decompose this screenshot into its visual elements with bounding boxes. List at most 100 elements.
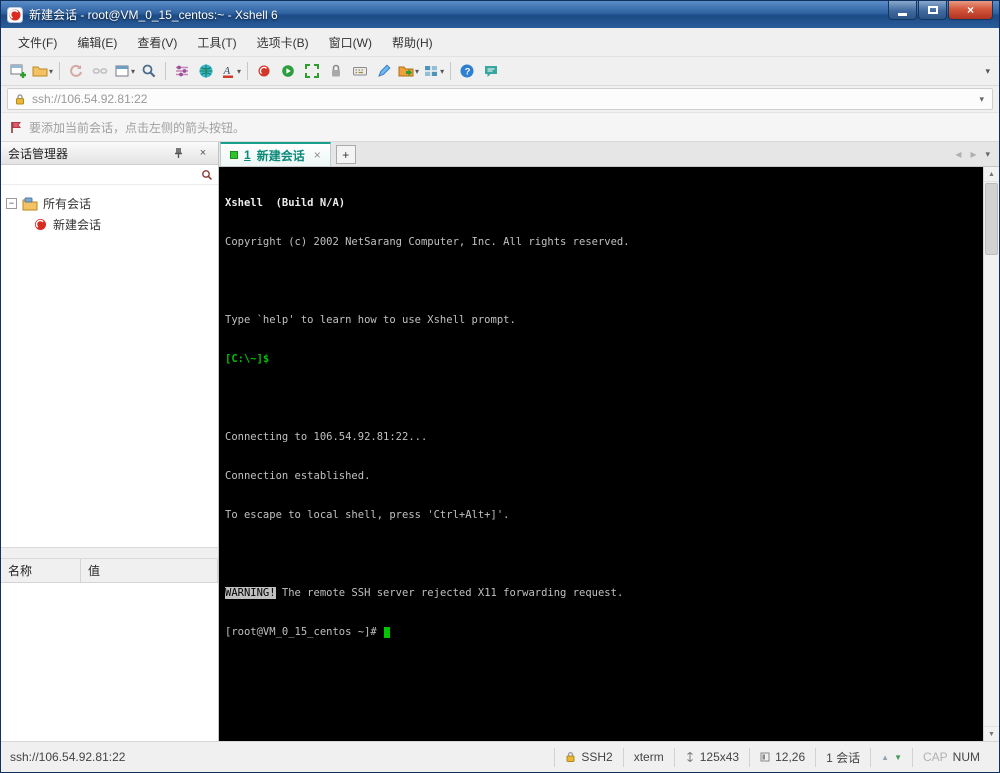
- maximize-button[interactable]: [918, 1, 947, 20]
- file-transfer-caret-icon: ▾: [415, 66, 420, 76]
- column-header-name[interactable]: 名称: [1, 559, 81, 582]
- address-input[interactable]: ssh://106.54.92.81:22 ▾: [7, 88, 993, 110]
- font-color-caret-icon: ▾: [237, 66, 242, 76]
- reconnect-button[interactable]: [64, 59, 88, 83]
- tab-number: 1: [244, 148, 251, 162]
- addressbar: ssh://106.54.92.81:22 ▾: [1, 86, 999, 113]
- maximize-icon: [927, 6, 938, 14]
- virtual-keypad-button[interactable]: [348, 59, 372, 83]
- tab-list-dropdown-icon[interactable]: ▾: [985, 149, 990, 160]
- new-terminal-caret-icon: ▾: [131, 66, 136, 76]
- address-dropdown-icon[interactable]: ▾: [977, 94, 986, 105]
- column-header-value[interactable]: 值: [81, 559, 218, 582]
- toolbar-separator: [165, 62, 167, 80]
- properties-table-header: 名称 值: [1, 559, 218, 583]
- layout-button[interactable]: ▾: [421, 59, 446, 83]
- scroll-down-icon[interactable]: ▼: [984, 726, 999, 741]
- terminal-wrap: Xshell (Build N/A) Copyright (c) 2002 Ne…: [219, 167, 999, 741]
- close-icon: ×: [966, 3, 974, 17]
- address-value: ssh://106.54.92.81:22: [32, 92, 148, 106]
- compose-button[interactable]: [372, 59, 396, 83]
- reconnect-icon: [68, 63, 84, 79]
- terminal-pane: 1 新建会话 × + ◂ ▸ ▾ Xshell (Build N/A) Copy…: [219, 142, 999, 741]
- pin-icon[interactable]: [173, 147, 189, 159]
- properties-button[interactable]: [170, 59, 194, 83]
- status-protocol: SSH2: [554, 747, 622, 767]
- sessions-folder-icon: [22, 197, 38, 211]
- chat-icon: [483, 63, 499, 79]
- find-button[interactable]: [137, 59, 161, 83]
- menu-file[interactable]: 文件(F): [9, 30, 66, 55]
- new-tab-button[interactable]: +: [335, 145, 356, 164]
- play-icon: [280, 63, 296, 79]
- lock-screen-button[interactable]: [324, 59, 348, 83]
- new-session-button[interactable]: [6, 59, 30, 83]
- toolbar-separator: [450, 62, 452, 80]
- session-manager-title: 会话管理器: [8, 146, 69, 161]
- font-color-button[interactable]: A ▾: [218, 59, 243, 83]
- minimize-button[interactable]: [888, 1, 917, 20]
- help-icon: ?: [459, 63, 475, 79]
- session-tree: − 所有会话 新建会话: [1, 185, 218, 547]
- toolbar-separator: [59, 62, 61, 80]
- menu-help[interactable]: 帮助(H): [383, 30, 442, 55]
- open-sessions-caret-icon: ▾: [49, 66, 54, 76]
- tab-new-session[interactable]: 1 新建会话 ×: [220, 142, 331, 166]
- status-session-count: 1 会话: [815, 747, 870, 767]
- menu-edit[interactable]: 编辑(E): [68, 30, 126, 55]
- menu-window[interactable]: 窗口(W): [320, 30, 381, 55]
- tree-item-label: 所有会话: [43, 197, 92, 211]
- infobar: 要添加当前会话，点击左侧的箭头按钮。: [1, 113, 999, 142]
- feedback-button[interactable]: [479, 59, 503, 83]
- search-icon: [141, 63, 157, 79]
- menu-tools[interactable]: 工具(T): [188, 30, 245, 55]
- terminal-line: To escape to local shell, press 'Ctrl+Al…: [225, 509, 510, 521]
- tree-item-label: 新建会话: [53, 218, 102, 232]
- terminal-line: Connection established.: [225, 470, 371, 482]
- session-manager-panel: 会话管理器 × − 所有会话 新建会话 名称 值: [1, 142, 219, 741]
- open-sessions-button[interactable]: ▾: [30, 59, 55, 83]
- terminal-line: [C:\~]$: [225, 353, 276, 365]
- expander-icon[interactable]: −: [6, 198, 17, 209]
- new-session-icon: [10, 63, 26, 79]
- close-button[interactable]: ×: [948, 1, 993, 20]
- scrollbar-thumb[interactable]: [985, 183, 998, 255]
- terminal-line: Xshell (Build N/A): [225, 197, 346, 209]
- minimize-icon: [898, 12, 907, 16]
- xshell-app-icon: [7, 6, 23, 23]
- tabbar: 1 新建会话 × + ◂ ▸ ▾: [219, 142, 999, 167]
- toolbar-overflow-button[interactable]: ▾: [981, 66, 994, 77]
- lock-icon: [328, 63, 344, 79]
- new-terminal-button[interactable]: ▾: [112, 59, 137, 83]
- main-area: 会话管理器 × − 所有会话 新建会话 名称 值 1 新建会话 × + ◂ ▸ …: [1, 142, 999, 741]
- record-button[interactable]: [252, 59, 276, 83]
- flag-icon: [10, 121, 22, 134]
- play-script-button[interactable]: [276, 59, 300, 83]
- menu-view[interactable]: 查看(V): [128, 30, 186, 55]
- fullscreen-button[interactable]: [300, 59, 324, 83]
- session-icon: [33, 217, 48, 232]
- disconnect-button[interactable]: [88, 59, 112, 83]
- titlebar[interactable]: 新建会话 - root@VM_0_15_centos:~ - Xshell 6 …: [1, 1, 999, 28]
- tab-scroll-left-icon[interactable]: ◂: [955, 147, 961, 161]
- panel-close-icon[interactable]: ×: [195, 147, 211, 159]
- tree-item-new-session[interactable]: 新建会话: [33, 214, 213, 235]
- status-keyboard-indicators: CAP NUM: [911, 747, 990, 767]
- scroll-up-icon[interactable]: ▲: [984, 167, 999, 182]
- file-transfer-button[interactable]: ▾: [396, 59, 421, 83]
- panel-splitter[interactable]: [1, 547, 218, 559]
- session-filter-bar[interactable]: [1, 165, 218, 185]
- status-lock-icon: [565, 751, 576, 763]
- tab-close-icon[interactable]: ×: [314, 148, 321, 162]
- font-icon: A: [220, 63, 236, 79]
- session-manager-header: 会话管理器 ×: [1, 142, 218, 165]
- terminal[interactable]: Xshell (Build N/A) Copyright (c) 2002 Ne…: [219, 167, 983, 741]
- xshell-window: 新建会话 - root@VM_0_15_centos:~ - Xshell 6 …: [0, 0, 1000, 773]
- help-button[interactable]: ?: [455, 59, 479, 83]
- tree-item-all-sessions[interactable]: − 所有会话: [6, 193, 213, 214]
- menu-tabs[interactable]: 选项卡(B): [248, 30, 318, 55]
- terminal-scrollbar[interactable]: ▲ ▼: [983, 167, 999, 741]
- web-button[interactable]: [194, 59, 218, 83]
- tab-scroll-right-icon[interactable]: ▸: [970, 147, 976, 161]
